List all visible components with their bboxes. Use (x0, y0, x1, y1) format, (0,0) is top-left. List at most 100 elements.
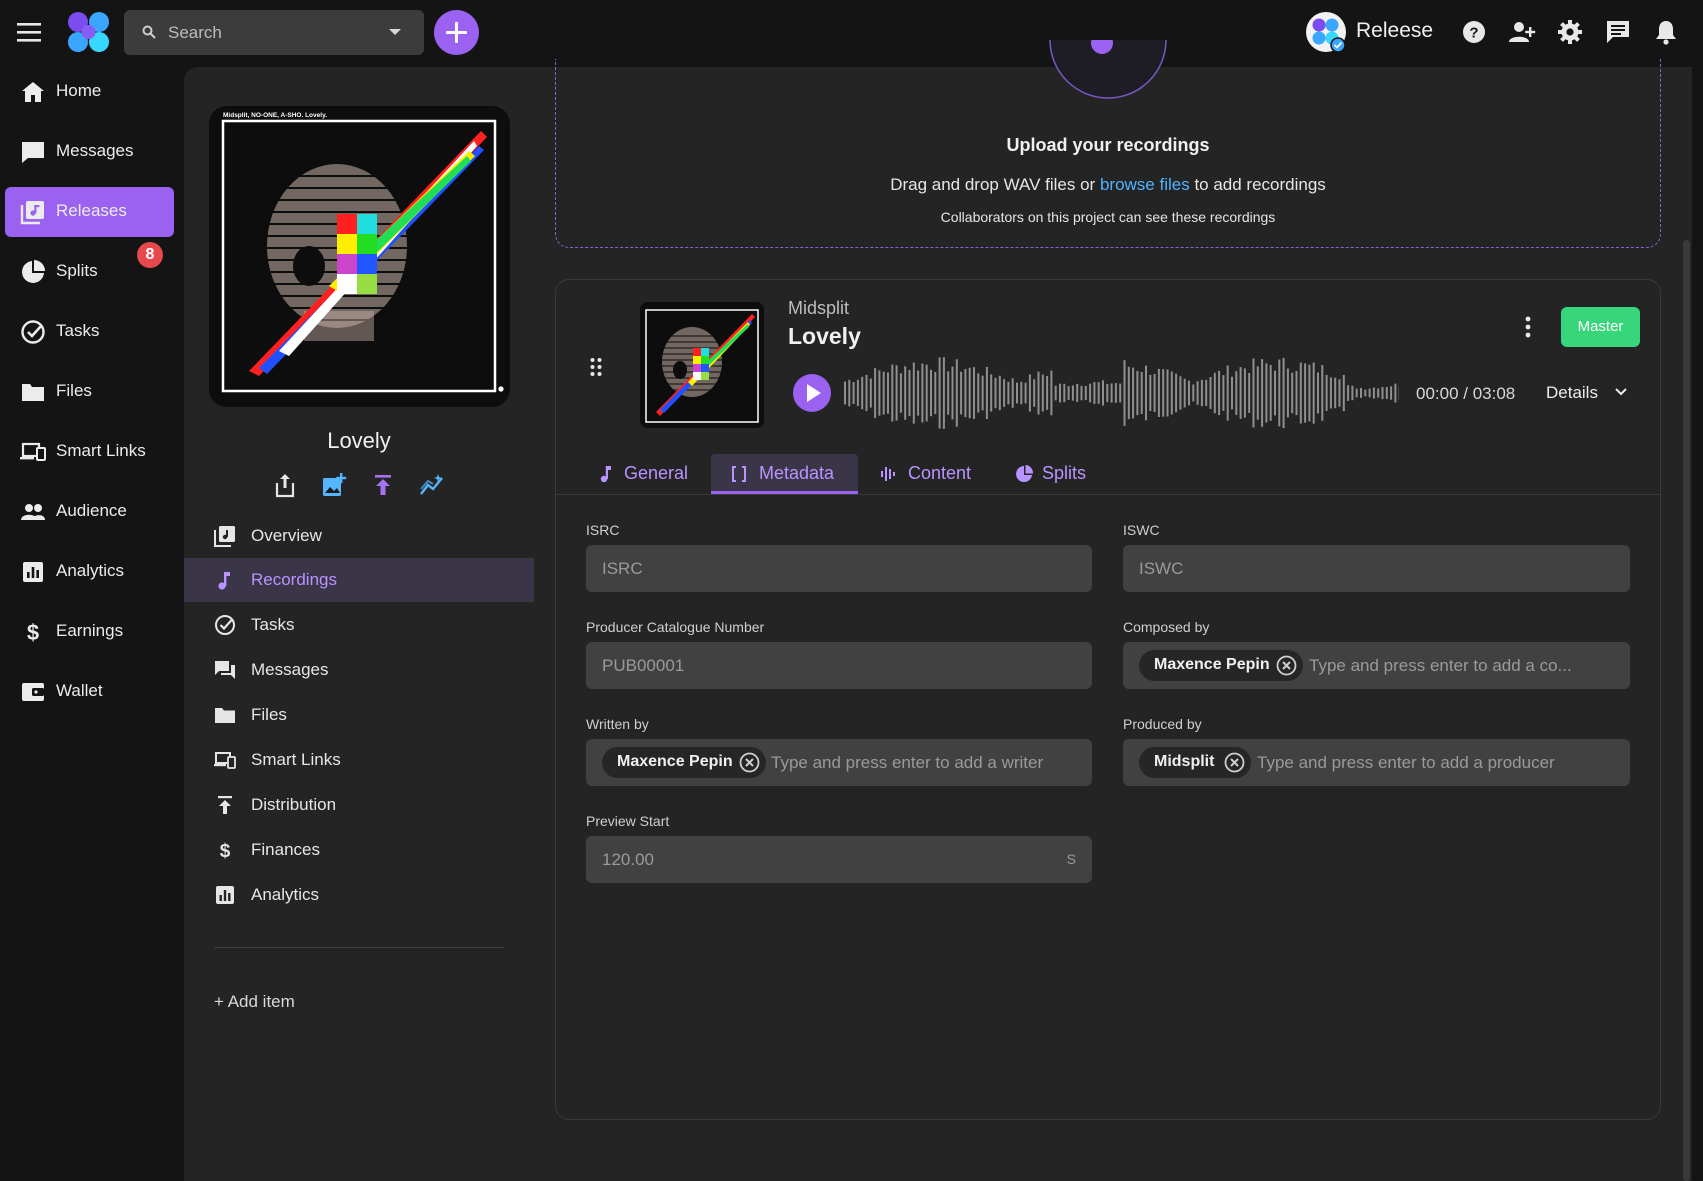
waveform-bar (1347, 385, 1350, 401)
nav-item-smart-links[interactable]: Smart Links (5, 427, 174, 477)
waveform-bar (917, 370, 920, 416)
nav-item-tasks[interactable]: Tasks (5, 307, 174, 357)
isrc-field[interactable] (586, 545, 1092, 592)
bell-icon[interactable] (1652, 18, 1680, 46)
waveform[interactable] (843, 352, 1399, 434)
upload-note: Collaborators on this project can see th… (940, 209, 1276, 225)
waveform-bar (1132, 367, 1135, 419)
release-menu-distribution[interactable]: Distribution (184, 783, 534, 827)
produced-by-field[interactable]: Midsplit (1123, 739, 1630, 786)
master-badge[interactable]: Master (1561, 307, 1640, 347)
add-item-link[interactable]: + Add item (214, 992, 295, 1012)
release-menu-smart-links[interactable]: Smart Links (184, 738, 534, 782)
waveform-bar (856, 379, 859, 407)
add-button[interactable] (434, 10, 479, 55)
release-menu-analytics[interactable]: Analytics (184, 873, 534, 917)
insights-icon[interactable] (419, 472, 445, 498)
chat-icon[interactable] (1604, 18, 1632, 46)
isrc-input[interactable] (602, 545, 1072, 592)
cover-caption: Midsplit, NO-ONE, A-SHO. Lovely. (223, 112, 327, 119)
nav-item-wallet[interactable]: Wallet (5, 667, 174, 717)
nav-item-analytics[interactable]: Analytics (5, 547, 174, 597)
tab-splits[interactable]: Splits (1008, 454, 1108, 494)
folder-icon (20, 379, 46, 405)
gear-icon[interactable] (1556, 18, 1584, 46)
waveform-bar (930, 369, 932, 417)
waveform-bar (1093, 382, 1096, 404)
writer-chip[interactable]: Maxence Pepin (602, 747, 766, 778)
written-by-field[interactable]: Maxence Pepin (586, 739, 1092, 786)
waveform-bar (1153, 374, 1156, 412)
written-by-label: Written by (586, 716, 649, 732)
iswc-input[interactable] (1139, 545, 1609, 592)
share-icon[interactable] (272, 472, 298, 498)
waveform-bar (942, 357, 945, 429)
play-button[interactable] (793, 374, 831, 412)
tab-content[interactable]: Content (870, 454, 980, 494)
avatar[interactable] (1305, 11, 1347, 53)
producer-chip[interactable]: Midsplit (1139, 747, 1251, 778)
release-menu-finances[interactable]: $ Finances (184, 828, 534, 872)
scrollbar[interactable] (1683, 240, 1690, 1181)
preview-start-field[interactable]: S (586, 836, 1092, 883)
search-input[interactable] (168, 10, 368, 55)
remove-chip-icon[interactable] (1224, 752, 1245, 773)
add-user-icon[interactable] (1508, 18, 1536, 46)
search-box[interactable] (124, 10, 424, 55)
waveform-bar (1127, 366, 1130, 420)
release-menu-files[interactable]: Files (184, 693, 534, 737)
drag-handle-icon[interactable] (589, 356, 603, 378)
waveform-bar (1063, 383, 1066, 403)
tab-general[interactable]: General (590, 454, 700, 494)
nav-item-files[interactable]: Files (5, 367, 174, 417)
nav-item-audience[interactable]: Audience (5, 487, 174, 537)
help-icon[interactable]: ? (1460, 18, 1488, 46)
waveform-bar (1097, 382, 1100, 404)
waveform-bar (1372, 387, 1375, 399)
composer-chip[interactable]: Maxence Pepin (1139, 650, 1303, 681)
distribution-upload-icon[interactable] (370, 472, 396, 498)
waveform-bar (1149, 374, 1152, 411)
waveform-bar (1355, 388, 1358, 398)
release-menu-overview[interactable]: Overview (184, 514, 534, 558)
chevron-down-icon[interactable] (388, 27, 402, 37)
account-name[interactable]: Releese (1356, 19, 1433, 43)
upload-instructions: Drag and drop WAV files or browse files … (890, 175, 1326, 194)
nav-item-earnings[interactable]: $ Earnings (5, 607, 174, 657)
more-options-icon[interactable] (1518, 315, 1538, 339)
catalogue-input[interactable] (602, 642, 1072, 689)
release-menu-recordings[interactable]: Recordings (184, 558, 534, 602)
remove-chip-icon[interactable] (739, 752, 760, 773)
waveform-bar (1205, 379, 1208, 407)
waveform-graphic (844, 357, 1399, 429)
upload-icon (214, 794, 236, 816)
details-toggle[interactable]: Details (1546, 383, 1627, 403)
svg-text:$: $ (220, 841, 231, 861)
waveform-bar (1235, 371, 1238, 415)
preview-start-input[interactable] (602, 836, 1022, 883)
check-circle-icon (214, 614, 236, 636)
composed-by-field[interactable]: Maxence Pepin (1123, 642, 1630, 689)
catalogue-field[interactable] (586, 642, 1092, 689)
brackets-icon (731, 464, 747, 484)
release-cover-art[interactable]: Midsplit, NO-ONE, A-SHO. Lovely. (209, 106, 510, 407)
recording-artwork[interactable] (640, 302, 764, 428)
written-by-input[interactable] (771, 739, 1071, 786)
waveform-bar (1050, 370, 1053, 416)
nav-item-messages[interactable]: Messages (5, 127, 174, 177)
add-image-icon[interactable] (321, 472, 347, 498)
iswc-field[interactable] (1123, 545, 1630, 592)
menu-icon[interactable] (16, 20, 42, 44)
waveform-bar (1226, 365, 1229, 421)
nav-item-home[interactable]: Home (5, 67, 174, 117)
browse-files-link[interactable]: browse files (1100, 175, 1190, 194)
message-icon (20, 139, 46, 165)
composed-by-input[interactable] (1309, 642, 1609, 689)
produced-by-input[interactable] (1257, 739, 1587, 786)
release-menu-messages[interactable]: Messages (184, 648, 534, 692)
remove-chip-icon[interactable] (1276, 655, 1297, 676)
tab-metadata[interactable]: Metadata (711, 454, 858, 494)
nav-item-releases[interactable]: Releases (5, 187, 174, 237)
release-menu-tasks[interactable]: Tasks (184, 603, 534, 647)
app-logo-icon[interactable] (66, 10, 112, 54)
